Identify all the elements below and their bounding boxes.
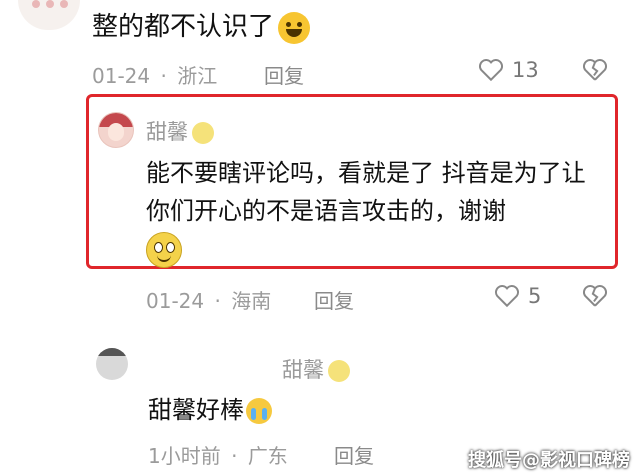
heart-icon xyxy=(494,285,520,308)
comment1-like-button[interactable]: 13 xyxy=(478,58,539,82)
comment3-body: 甜馨好棒 xyxy=(148,394,272,426)
comment1-like-count: 13 xyxy=(512,58,539,82)
comment2-text: 能不要瞎评论吗，看就是了 抖音是为了让你们开心的不是语言攻击的，谢谢 xyxy=(146,159,586,225)
comment3-reply-to[interactable]: 甜馨 xyxy=(282,358,324,382)
crying-emoji-icon xyxy=(246,398,272,424)
smile-emoji-icon xyxy=(146,232,182,268)
comment1-meta: 01-24 · 浙江 xyxy=(92,60,217,89)
comment1-body: 整的都不认识了 xyxy=(92,10,311,44)
comment3-location: 广东 xyxy=(247,444,288,468)
wink-emoji-icon xyxy=(192,122,214,144)
laughing-emoji-icon xyxy=(278,11,311,44)
comment3-reply-to-row: 甜馨 xyxy=(282,354,350,384)
comment2-meta: 01-24 · 海南 xyxy=(146,285,271,314)
comment1-text: 整的都不认识了 xyxy=(92,12,275,42)
comment1-avatar[interactable] xyxy=(18,0,80,30)
comment2-location: 海南 xyxy=(231,289,272,313)
comment1-reply-button[interactable]: 回复 xyxy=(264,60,304,89)
comment2-username[interactable]: 甜馨 xyxy=(146,120,188,144)
comment3-avatar[interactable] xyxy=(96,348,128,380)
comment3-meta: 1小时前 · 广东 xyxy=(148,440,288,469)
comment2-like-button[interactable]: 5 xyxy=(494,284,541,308)
watermark: 搜狐号@影视口碑榜 xyxy=(468,450,630,471)
comment3-text: 甜馨好棒 xyxy=(148,396,244,424)
comment1-location: 浙江 xyxy=(177,64,218,88)
heart-icon xyxy=(478,59,504,82)
comment2-reply-button[interactable]: 回复 xyxy=(314,285,354,314)
comment2-like-count: 5 xyxy=(528,284,542,308)
comment2-avatar[interactable] xyxy=(98,112,134,148)
comment1-separator: · xyxy=(160,64,167,88)
wink-emoji-icon xyxy=(328,360,350,382)
comment3-time: 1小时前 xyxy=(148,444,221,468)
dislike-heart-icon xyxy=(582,285,608,307)
comment3-reply-button[interactable]: 回复 xyxy=(334,440,374,469)
comment1-date: 01-24 xyxy=(92,64,151,88)
comment3-separator: · xyxy=(231,444,238,468)
comment2-dislike-button[interactable] xyxy=(582,284,608,312)
comment2-username-row: 甜馨 xyxy=(146,116,214,146)
dislike-heart-icon xyxy=(582,59,608,81)
comment2-date: 01-24 xyxy=(146,289,205,313)
comment2-separator: · xyxy=(214,289,221,313)
comment1-dislike-button[interactable] xyxy=(582,58,608,86)
